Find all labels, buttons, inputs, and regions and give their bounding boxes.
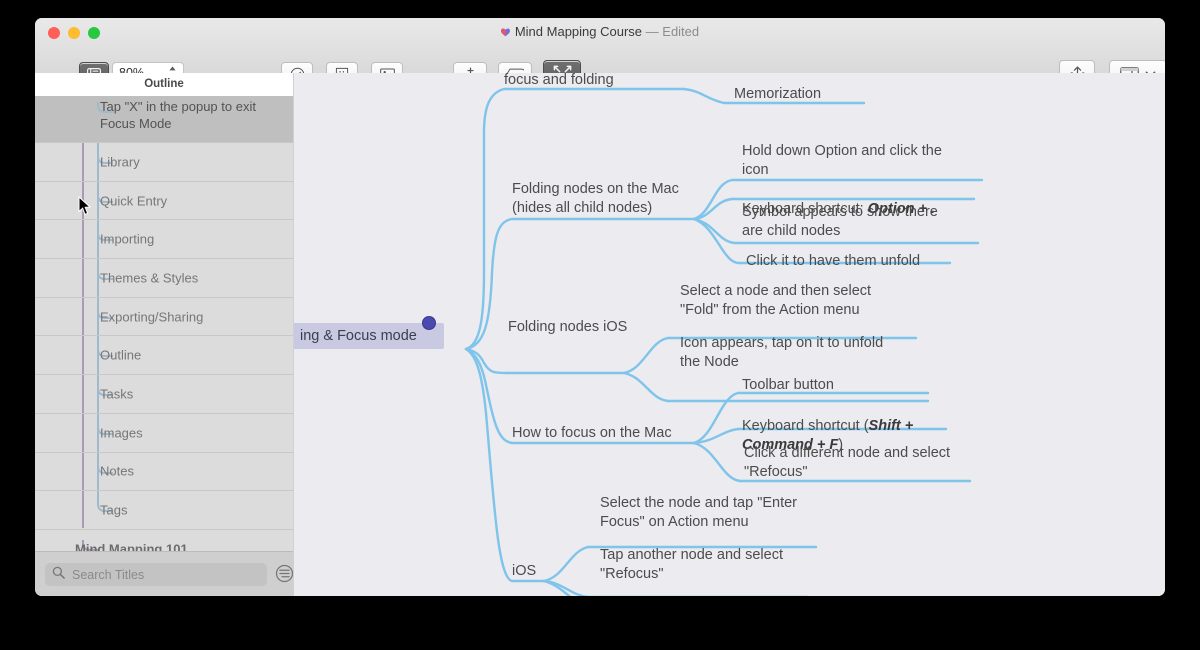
outline-item-label: Notes [100,463,134,480]
outline-item-label: Library [100,153,140,170]
outline-item-library[interactable]: Library [35,143,293,182]
titlebar: Mind Mapping Course — Edited 80% [35,18,1165,74]
outline-sidebar: Outline Tap "X" in the popup to exit Foc… [35,73,293,596]
outline-item-quick-entry[interactable]: Quick Entry [35,182,293,221]
mindmap-node-focus-mac-child-1[interactable]: Toolbar button [742,376,834,395]
mindmap-node-focus-mac[interactable]: How to focus on the Mac [512,424,672,443]
edited-status: — Edited [646,24,699,39]
mindmap-root-handle[interactable] [422,316,436,330]
outline-item-mind-mapping-101[interactable]: Mind Mapping 101 [35,530,293,551]
mindmap-node-memorization[interactable]: Memorization [734,85,821,104]
outline-item-label: Quick Entry [100,192,167,209]
outline-item-exporting-sharing[interactable]: Exporting/Sharing [35,298,293,337]
mindmap-root-label: ing & Focus mode [300,328,417,344]
outline-item-importing[interactable]: Importing [35,220,293,259]
mindmap-node-folding-ios-child-1[interactable]: Select a node and then select "Fold" fro… [680,282,871,320]
sidebar-search-bar: Search Titles [35,551,293,596]
outline-item-label: Importing [100,231,154,248]
mindmap-node-folding-ios[interactable]: Folding nodes iOS [508,318,627,337]
outline-item-selected[interactable]: Tap "X" in the popup to exit Focus Mode [35,96,293,143]
mindmap-node-folding-mac[interactable]: Folding nodes on the Mac (hides all chil… [512,180,679,218]
mindmap-root-node[interactable]: ing & Focus mode [293,323,444,349]
mindmap-node-folding-mac-child-4[interactable]: Click it to have them unfold [746,252,920,271]
node-text: Keyboard shortcut ( [742,418,869,434]
mindmap-node-ios[interactable]: iOS [512,562,536,581]
outline-list[interactable]: Tap "X" in the popup to exit Focus Mode … [35,96,293,551]
mindmap-node-folding-ios-child-2[interactable]: Icon appears, tap on it to unfold the No… [680,334,883,372]
outline-item-label: Themes & Styles [100,269,198,286]
screen: Mind Mapping Course — Edited 80% [0,0,1200,650]
document-title-text: Mind Mapping Course [515,24,642,39]
outline-item-label: Exporting/Sharing [100,308,203,325]
outline-item-notes[interactable]: Notes [35,453,293,492]
filter-button[interactable] [275,564,293,588]
outline-item-label: Tasks [100,385,133,402]
outline-item-label: Mind Mapping 101 [75,540,188,551]
mindmap-canvas[interactable]: ing & Focus mode focus and folding Foldi… [293,73,1165,596]
search-placeholder: Search Titles [72,568,144,582]
heart-icon [501,25,510,34]
outline-item-themes-styles[interactable]: Themes & Styles [35,259,293,298]
outline-item-outline[interactable]: Outline [35,336,293,375]
mindmap-node-folding-mac-child-3[interactable]: Symbol appears to show there are child n… [742,203,938,241]
mouse-cursor [78,196,92,221]
document-title: Mind Mapping Course — Edited [35,24,1165,39]
mindmap-node-focus-and-folding[interactable]: focus and folding [504,73,614,90]
mindmap-node-focus-mac-child-3[interactable]: Click a different node and select "Refoc… [744,444,950,482]
search-input[interactable]: Search Titles [45,563,267,586]
outline-item-label: Outline [100,347,141,364]
outline-item-label: Tags [100,502,127,519]
outline-item-tasks[interactable]: Tasks [35,375,293,414]
outline-item-images[interactable]: Images [35,414,293,453]
content-area: Outline Tap "X" in the popup to exit Foc… [35,73,1165,596]
outline-item-tags[interactable]: Tags [35,491,293,530]
mindmap-node-folding-mac-child-1[interactable]: Hold down Option and click the icon [742,142,942,180]
mindmap-node-ios-child-1[interactable]: Select the node and tap "Enter Focus" on… [600,494,797,532]
sidebar-header: Outline [35,73,293,96]
magnifier-icon [52,566,65,584]
app-window: Mind Mapping Course — Edited 80% [35,18,1165,596]
outline-item-label: Tap "X" in the popup to exit Focus Mode [100,98,285,132]
outline-item-label: Images [100,424,143,441]
mindmap-node-ios-child-2[interactable]: Tap another node and select "Refocus" [600,546,783,584]
